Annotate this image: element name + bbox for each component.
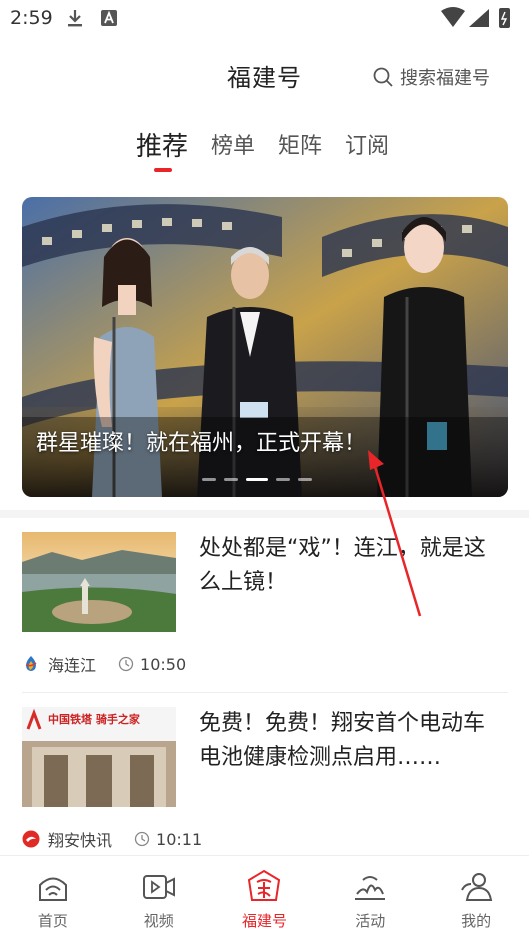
bottom-nav: 首页 视频 福建号 活动 我的 xyxy=(0,855,529,940)
list-divider xyxy=(22,692,508,693)
tab-ranking[interactable]: 榜单 xyxy=(211,128,255,160)
news-item[interactable]: 处处都是“戏”！连江，就是这么上镜！ 海连江 10:50 xyxy=(22,532,508,682)
nav-label: 视频 xyxy=(143,912,174,930)
clock-icon xyxy=(118,656,134,672)
fu-logo-icon xyxy=(248,869,281,901)
tab-label: 推荐 xyxy=(136,132,189,162)
news-title: 处处都是“戏”！连江，就是这么上镜！ xyxy=(199,536,486,595)
red-circle-logo-icon xyxy=(22,830,40,848)
home-icon xyxy=(38,877,67,901)
news-thumbnail: 中国铁塔 骑手之家 xyxy=(22,707,176,807)
activity-icon xyxy=(355,876,386,900)
nav-home[interactable]: 首页 xyxy=(0,856,106,940)
video-icon xyxy=(142,875,175,899)
nav-video[interactable]: 视频 xyxy=(106,856,212,940)
channel-tabs: 推荐 榜单 矩阵 订阅 xyxy=(136,126,412,172)
banner-caption: 群星璀璨！就在福州，正式开幕！ xyxy=(36,431,367,456)
news-time: 10:50 xyxy=(140,654,187,674)
flame-logo-icon xyxy=(25,656,37,671)
search-button[interactable]: 搜索福建号 xyxy=(372,64,490,90)
wifi-icon xyxy=(441,7,465,27)
clock-icon xyxy=(134,831,150,847)
carousel-dot xyxy=(202,478,216,481)
thumbnail-text: 中国铁塔 骑手之家 xyxy=(48,713,140,726)
news-source[interactable]: 翔安快讯 xyxy=(48,827,112,851)
banner-carousel[interactable]: 群星璀璨！就在福州，正式开幕！ xyxy=(22,197,508,497)
carousel-dot-active xyxy=(246,478,268,481)
status-bar: 2:59 xyxy=(0,0,529,38)
nav-label: 福建号 xyxy=(241,912,287,930)
profile-icon xyxy=(461,873,493,901)
section-divider xyxy=(0,510,529,518)
nav-label: 首页 xyxy=(37,912,68,930)
battery-icon xyxy=(499,8,510,28)
search-placeholder: 搜索福建号 xyxy=(400,68,490,89)
news-thumbnail xyxy=(22,532,176,632)
nav-fujian-hao[interactable]: 福建号 xyxy=(212,856,318,940)
news-source[interactable]: 海连江 xyxy=(48,652,96,676)
tab-label: 订阅 xyxy=(345,134,390,159)
signal-icon xyxy=(469,9,489,27)
nav-label: 我的 xyxy=(461,912,492,930)
status-right-icons xyxy=(441,7,510,28)
download-icon xyxy=(68,10,82,27)
active-tab-indicator xyxy=(154,168,172,172)
tab-subscribe[interactable]: 订阅 xyxy=(345,128,389,160)
carousel-dot xyxy=(276,478,290,481)
tab-recommend[interactable]: 推荐 xyxy=(136,126,189,172)
carousel-indicator xyxy=(202,478,320,481)
news-meta: 翔安快讯 10:11 xyxy=(22,827,202,851)
news-item[interactable]: 中国铁塔 骑手之家 免费！免费！翔安首个电动车电池健康检测点启用…… 翔安快讯 … xyxy=(22,707,508,857)
nav-label: 活动 xyxy=(355,912,386,930)
tab-label: 矩阵 xyxy=(278,134,323,159)
carousel-dot xyxy=(298,478,312,481)
news-title: 免费！免费！翔安首个电动车电池健康检测点启用…… xyxy=(199,711,486,770)
tab-label: 榜单 xyxy=(211,134,256,159)
news-meta: 海连江 10:50 xyxy=(22,652,186,676)
carousel-dot xyxy=(224,478,238,481)
nav-activity[interactable]: 活动 xyxy=(317,856,423,940)
tab-matrix[interactable]: 矩阵 xyxy=(278,128,322,160)
search-icon xyxy=(373,67,393,87)
status-time: 2:59 xyxy=(10,7,53,29)
news-time: 10:11 xyxy=(156,829,203,849)
notification-a-icon xyxy=(101,10,117,26)
nav-profile[interactable]: 我的 xyxy=(423,856,529,940)
